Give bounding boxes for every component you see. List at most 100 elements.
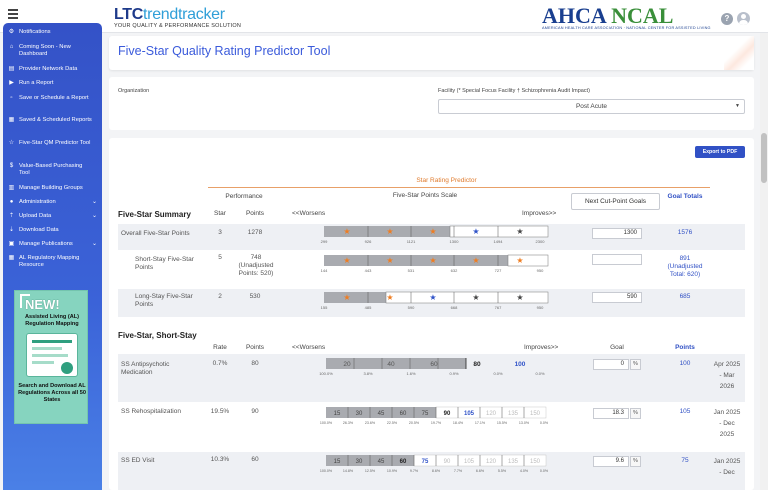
top-bar: LTCtrendtracker YOUR QUALITY & PERFORMAN… <box>0 0 768 33</box>
help-icon[interactable]: ? <box>721 13 733 25</box>
measure-points: 80 <box>251 360 259 367</box>
bar-segment-label: 75 <box>422 411 429 417</box>
measure-rate: 0.7% <box>212 360 228 367</box>
bar-tick: 0.0% <box>540 421 549 425</box>
improves-label: Improves>> <box>524 344 559 351</box>
map-icon: ▦ <box>8 255 15 261</box>
sidebar-item-label: Save or Schedule a Report <box>19 95 89 101</box>
goal-input[interactable]: 9.6 <box>593 456 629 467</box>
bar-antipsychotic: 20 40 60 80 100 100.0% 3.8% 1.6% 0.9% 0.… <box>319 358 545 376</box>
bar-tick: 23.6% <box>365 421 376 425</box>
sidebar-item-building-groups[interactable]: ▥ Manage Building Groups <box>3 185 102 192</box>
home-icon: ⌂ <box>9 44 14 50</box>
sidebar-item-al-mapping[interactable]: ▦ AL Regulatory Mapping Resource <box>3 255 102 269</box>
user-icon: ● <box>9 199 14 205</box>
sidebar-item-save-schedule[interactable]: ▫ Save or Schedule a Report <box>3 95 102 102</box>
user-avatar-icon[interactable] <box>737 12 750 25</box>
bar-ed-visit: 15 30 45 60 75 90 105 120 135 150 100.0%… <box>320 454 549 473</box>
sidebar-item-run-report[interactable]: ▶ Run a Report <box>3 80 102 87</box>
scale-tick: 950 <box>537 268 544 273</box>
ltc-trendtracker-logo[interactable]: LTCtrendtracker YOUR QUALITY & PERFORMAN… <box>114 7 241 31</box>
summary-row-points: 748 <box>250 254 262 261</box>
sidebar-item-label: Run a Report <box>19 80 54 86</box>
goal-input[interactable]: 0 <box>593 359 629 370</box>
measure-period: Jan 2025 - Dec <box>713 458 741 476</box>
bar-tick: 7.7% <box>454 469 463 473</box>
bar-segment-label: 150 <box>530 459 541 465</box>
predictor-divider <box>208 187 710 188</box>
sidebar-item-dashboard[interactable]: ⌂ Coming Soon - New Dashboard <box>3 44 102 58</box>
sidebar-item-provider-network[interactable]: ▤ Provider Network Data <box>3 66 102 73</box>
percent-unit: % <box>630 408 641 419</box>
goal-input[interactable]: 18.3 <box>593 408 629 419</box>
bar-segment-label: 15 <box>334 411 341 417</box>
brand-ncal: NCAL <box>611 3 674 28</box>
goal-input[interactable]: 1300 <box>592 228 642 239</box>
star-icon: ☆ <box>8 140 15 146</box>
goal-input[interactable] <box>592 254 642 265</box>
scale-tick: 1494 <box>494 239 504 244</box>
scale-tick: 485 <box>365 305 372 310</box>
star-icon: ★ <box>472 256 479 265</box>
sidebar-item-administration[interactable]: ● Administration ⌄ <box>3 199 102 206</box>
sidebar-item-vbp[interactable]: $ Value-Based Purchasing Tool <box>3 163 102 177</box>
logo-trend: trendtracker <box>143 6 225 23</box>
measure-rate: 10.3% <box>210 456 230 463</box>
sidebar-item-label: Provider Network Data <box>19 66 78 72</box>
bar-tick: 18.4% <box>453 421 464 425</box>
bar-segment-label: 120 <box>486 459 497 465</box>
sidebar-item-five-star[interactable]: ☆ Five-Star QM Predictor Tool <box>3 140 102 147</box>
bar-segment-label: 135 <box>508 411 519 417</box>
chevron-down-icon: ⌄ <box>91 241 97 247</box>
facility-select[interactable]: Post Acute ▼ <box>438 99 745 114</box>
brand-ahca: AHCA <box>542 3 606 28</box>
short-stay-heading: Five-Star, Short-Stay <box>118 331 197 340</box>
bar-tick: 15.5% <box>497 421 508 425</box>
download-icon: ⇣ <box>8 227 15 233</box>
bar-segment-label: 135 <box>508 459 519 465</box>
bar-tick: 0.0% <box>493 371 503 376</box>
goal-input[interactable]: 590 <box>592 292 642 303</box>
bar-tick: 19.7% <box>431 421 442 425</box>
bar-tick: 100.0% <box>319 371 333 376</box>
goal-total-note: (Unadjusted Total: 620) <box>667 263 703 278</box>
star-icon: ★ <box>516 256 523 265</box>
sidebar-item-label: Notifications <box>19 29 51 35</box>
chevron-down-icon: ⌄ <box>91 213 97 219</box>
al-mapping-promo-banner[interactable]: NEW! Assisted Living (AL) Regulation Map… <box>14 290 88 424</box>
bar-tick: 4.0% <box>520 469 529 473</box>
sidebar: ⚙ Notifications ⌂ Coming Soon - New Dashbo… <box>3 23 102 490</box>
caret-down-icon: ▼ <box>735 103 740 109</box>
star-icon: ★ <box>386 293 393 302</box>
sidebar-item-upload[interactable]: ⇡ Upload Data ⌄ <box>3 213 102 220</box>
star-icon: ★ <box>386 227 393 236</box>
star-icon: ★ <box>343 256 350 265</box>
scrollbar-thumb[interactable] <box>761 133 767 183</box>
measure-points: 90 <box>251 408 259 415</box>
dollar-icon: $ <box>9 163 14 169</box>
sidebar-item-saved-reports[interactable]: ▦ Saved & Scheduled Reports <box>3 117 102 124</box>
promo-title: Assisted Living (AL) Regulation Mapping <box>24 314 80 327</box>
sidebar-item-download[interactable]: ⇣ Download Data <box>3 227 102 234</box>
measure-rate: 19.5% <box>210 408 230 415</box>
calendar-icon: ▫ <box>10 95 13 101</box>
menu-icon[interactable] <box>8 9 18 21</box>
bar-tick: 9.7% <box>410 469 419 473</box>
decorative-corner <box>724 36 754 70</box>
sidebar-item-label: Five-Star QM Predictor Tool <box>19 140 91 146</box>
scale-tick: 668 <box>451 305 458 310</box>
bar-tick: 13.0% <box>519 421 530 425</box>
export-pdf-button[interactable]: Export to PDF <box>695 146 745 158</box>
laptop-illustration-icon <box>26 333 78 377</box>
bar-segment-label: 90 <box>444 459 451 465</box>
page-title: Five-Star Quality Rating Predictor Tool <box>118 44 331 58</box>
scale-tick: 299 <box>321 239 328 244</box>
measure-name: SS Rehospitalization <box>121 408 181 415</box>
sidebar-item-notifications[interactable]: ⚙ Notifications <box>3 29 102 36</box>
bar-segment-label: 30 <box>356 411 363 417</box>
goal-total-wrap: 891 (Unadjusted Total: 620) <box>660 255 710 279</box>
sidebar-item-publications[interactable]: ▣ Manage Publications ⌄ <box>3 241 102 248</box>
page-scrollbar[interactable] <box>760 33 768 490</box>
next-cut-point-goals-button[interactable]: Next Cut-Point Goals <box>571 193 660 210</box>
star-icon: ★ <box>429 227 436 236</box>
